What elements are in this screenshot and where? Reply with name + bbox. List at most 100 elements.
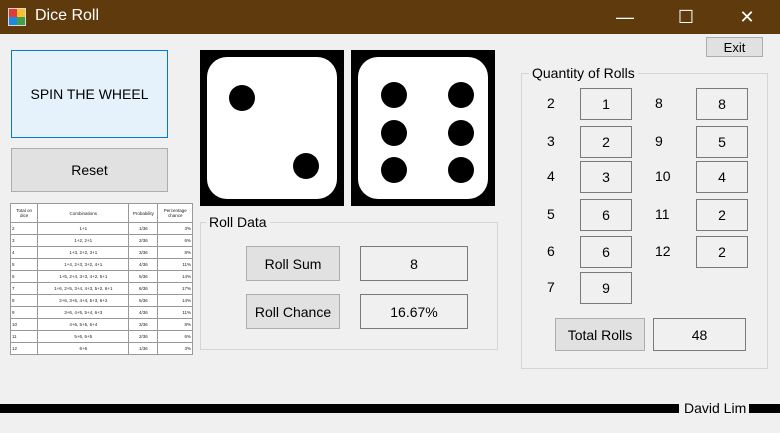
table-row: 4 1+3, 2+2, 3+1 3/36 8% [9,246,193,259]
quantity-sum-label: 5 [547,206,555,222]
quantity-sum-label: 4 [547,168,555,184]
table-cell: 1+4, 2+3, 3+2, 4+1 [37,258,130,271]
table-cell: 2+6, 3+5, 4+4, 5+3, 6+2 [37,294,130,307]
table-row: 12 6+6 1/36 3% [9,342,193,355]
table-cell: 3 [9,234,39,247]
probability-table: Total on dice Combinations Probability P… [9,203,193,355]
quantity-count-value: 2 [580,126,632,158]
footer-bar-right [749,404,780,413]
die-pip [381,120,407,146]
table-cell: 8% [157,318,193,331]
roll-data-group [200,222,498,350]
table-cell: 10 [9,318,39,331]
table-cell: 6 [9,270,39,283]
table-cell: 3/36 [128,318,159,331]
quantity-count-value: 2 [696,199,748,231]
table-cell: 6% [157,330,193,343]
die-2 [351,50,495,206]
table-cell: 1+1 [37,222,130,235]
table-row: 8 2+6, 3+5, 4+4, 5+3, 6+2 5/36 14% [9,294,193,307]
total-rolls-button[interactable]: Total Rolls [555,318,645,351]
table-header-row: Total on dice Combinations Probability P… [9,203,193,223]
title-bar: Dice Roll — ☐ ✕ [0,0,780,34]
table-cell: 2/36 [128,234,159,247]
table-cell: 11 [9,330,39,343]
table-row: 11 5+6, 6+5 2/36 6% [9,330,193,343]
roll-data-title: Roll Data [206,214,270,230]
column-header: Combinations [37,203,130,223]
table-row: 10 4+6, 5+5, 6+4 3/36 8% [9,318,193,331]
die-pip [381,82,407,108]
table-cell: 2 [9,222,39,235]
table-cell: 6% [157,234,193,247]
minimize-button[interactable]: — [602,0,648,34]
table-cell: 17% [157,282,193,295]
close-button[interactable]: ✕ [724,0,770,34]
quantity-sum-label: 3 [547,133,555,149]
table-cell: 12 [9,342,39,355]
footer-bar [0,404,679,413]
table-cell: 9 [9,306,39,319]
roll-chance-value: 16.67% [360,294,468,329]
quantity-sum-label: 9 [655,133,663,149]
column-header: Probability [128,203,159,223]
table-cell: 1/36 [128,222,159,235]
spin-the-wheel-button[interactable]: SPIN THE WHEEL [11,50,168,138]
table-cell: 4+6, 5+5, 6+4 [37,318,130,331]
table-cell: 14% [157,294,193,307]
table-cell: 4/36 [128,258,159,271]
quantity-count-value: 5 [696,126,748,158]
table-cell: 2/36 [128,330,159,343]
die-1-face [207,57,337,199]
table-cell: 3/36 [128,246,159,259]
die-pip [448,157,474,183]
quantity-count-value: 6 [580,199,632,231]
quantity-sum-label: 10 [655,168,671,184]
table-cell: 4/36 [128,306,159,319]
table-cell: 3% [157,342,193,355]
column-header: Total on dice [9,203,39,223]
quantity-count-value: 2 [696,236,748,268]
table-cell: 8 [9,294,39,307]
table-cell: 6+6 [37,342,130,355]
table-cell: 3+6, 4+5, 5+4, 6+3 [37,306,130,319]
die-pip [448,120,474,146]
table-row: 7 1+6, 2+5, 3+4, 4+3, 5+2, 6+1 6/36 17% [9,282,193,295]
quantity-count-value: 6 [580,236,632,268]
roll-sum-value: 8 [360,246,468,281]
table-row: 3 1+2, 2+1 2/36 6% [9,234,193,247]
quantity-count-value: 3 [580,161,632,193]
quantity-of-rolls-title: Quantity of Rolls [529,65,638,81]
quantity-count-value: 9 [580,272,632,304]
die-2-face [358,57,488,199]
die-1 [200,50,344,206]
quantity-count-value: 4 [696,161,748,193]
column-header: Percentage chance [157,203,193,223]
table-cell: 1/36 [128,342,159,355]
quantity-count-value: 1 [580,88,632,120]
maximize-button[interactable]: ☐ [663,0,709,34]
table-row: 9 3+6, 4+5, 5+4, 6+3 4/36 11% [9,306,193,319]
quantity-sum-label: 12 [655,243,671,259]
app-icon [8,8,26,26]
table-cell: 1+6, 2+5, 3+4, 4+3, 5+2, 6+1 [37,282,130,295]
table-cell: 1+3, 2+2, 3+1 [37,246,130,259]
table-cell: 5/36 [128,294,159,307]
table-row: 6 1+5, 2+4, 3+3, 4+2, 5+1 5/36 14% [9,270,193,283]
table-cell: 3% [157,222,193,235]
author-label: David Lim [684,400,747,416]
reset-button[interactable]: Reset [11,148,168,192]
table-cell: 6/36 [128,282,159,295]
die-pip [293,153,319,179]
window-title: Dice Roll [35,7,100,24]
total-rolls-value: 48 [653,318,746,351]
table-cell: 14% [157,270,193,283]
quantity-count-value: 8 [696,88,748,120]
table-cell: 11% [157,306,193,319]
die-pip [381,157,407,183]
roll-chance-button[interactable]: Roll Chance [246,294,340,329]
table-cell: 8% [157,246,193,259]
quantity-sum-label: 8 [655,95,663,111]
exit-button[interactable]: Exit [706,37,763,57]
roll-sum-button[interactable]: Roll Sum [246,246,340,281]
